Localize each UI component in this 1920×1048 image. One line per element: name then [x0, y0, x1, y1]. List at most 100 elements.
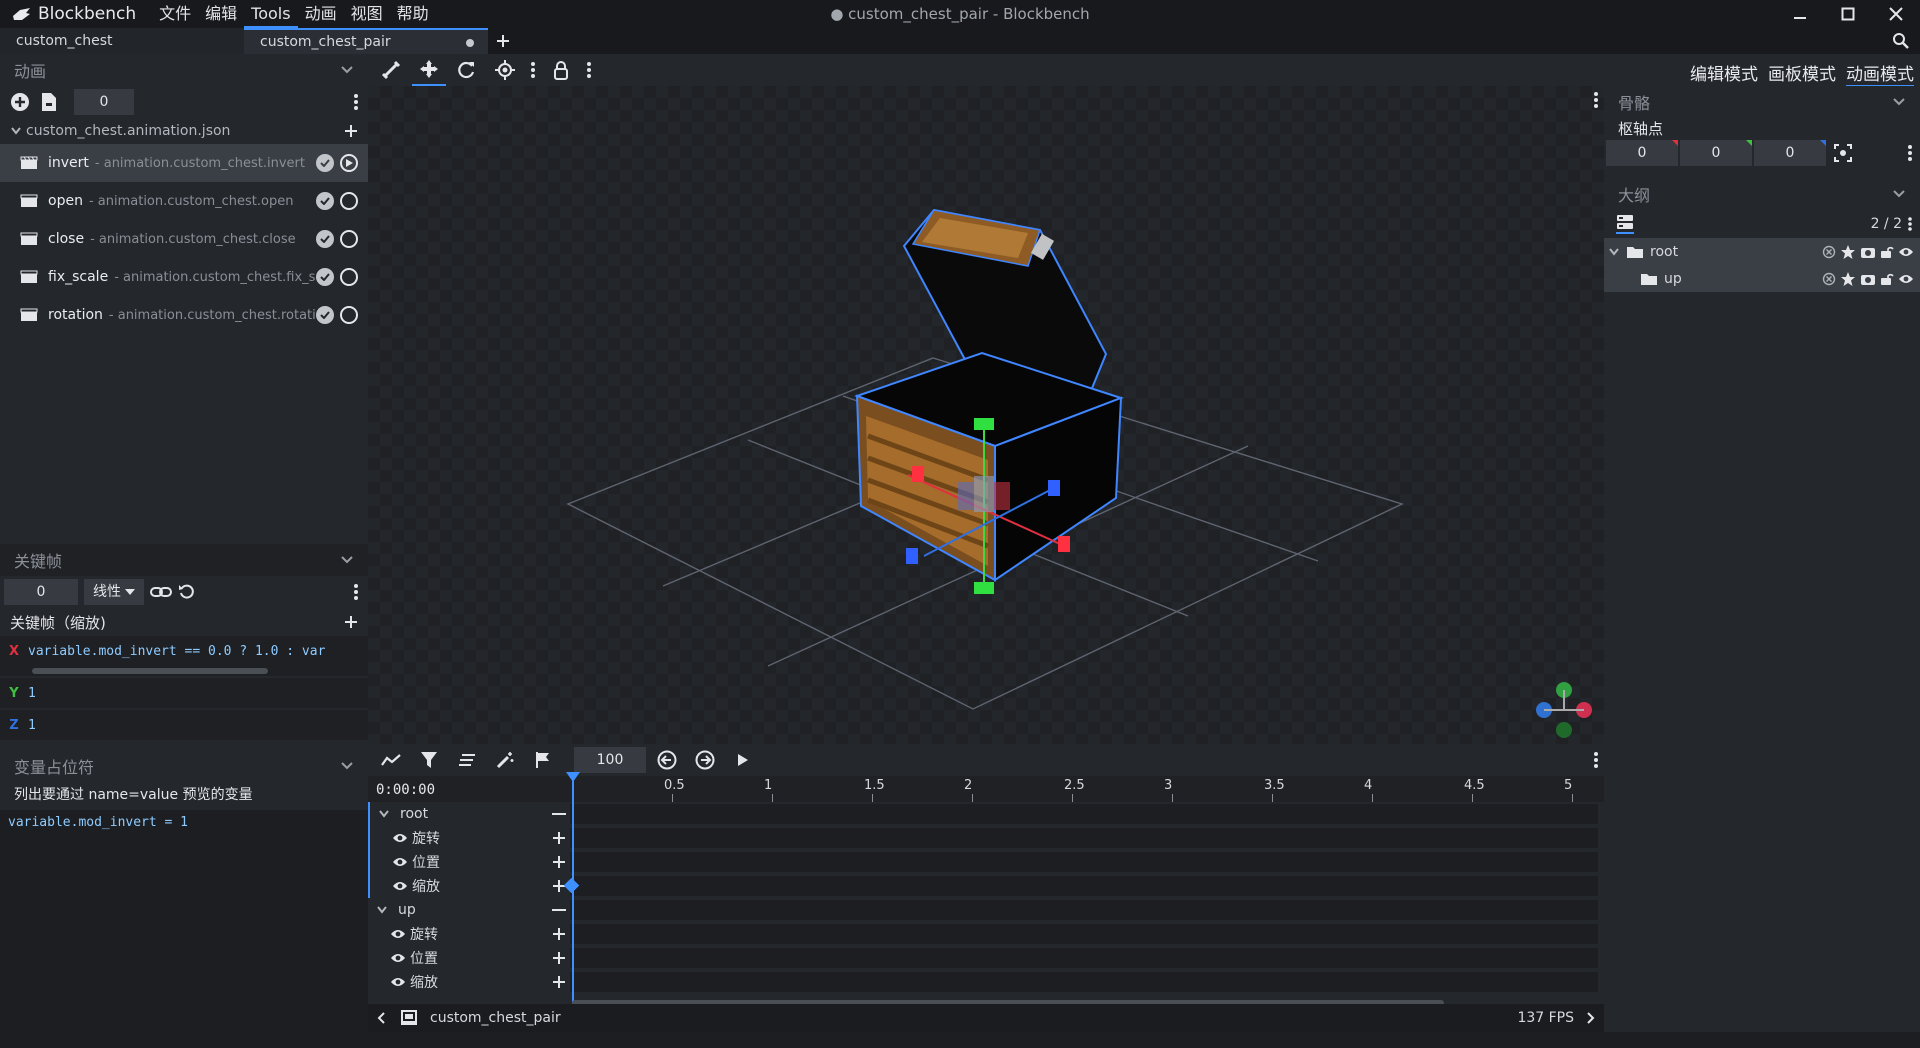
track[interactable] — [570, 804, 1598, 824]
camera-icon[interactable] — [1860, 245, 1876, 259]
timeline-group-up[interactable]: up — [368, 898, 1604, 922]
bone-tool-button[interactable] — [374, 54, 408, 86]
animation-time-input[interactable]: 0 — [74, 89, 134, 115]
playhead[interactable] — [572, 772, 574, 1008]
chevron-right-icon[interactable] — [1586, 1011, 1596, 1025]
keyframe-panel-header[interactable]: 关键帧 — [0, 544, 368, 576]
animation-file-row[interactable]: custom_chest.animation.json — [0, 118, 368, 144]
more-vertical-icon[interactable] — [582, 54, 596, 86]
camera-icon[interactable] — [1860, 272, 1876, 286]
track[interactable] — [570, 828, 1598, 848]
unlock-icon[interactable] — [1880, 272, 1894, 286]
more-vertical-icon[interactable] — [1908, 217, 1912, 231]
eye-icon[interactable] — [390, 952, 406, 964]
close-window-button[interactable] — [1872, 0, 1920, 28]
pivot-tool-button[interactable] — [488, 54, 522, 86]
reset-icon[interactable] — [178, 583, 196, 601]
outliner-toggle-button[interactable] — [1616, 214, 1634, 234]
variables-panel-header[interactable]: 变量占位符 — [0, 750, 368, 782]
collapse-minus-icon[interactable] — [552, 812, 566, 816]
move-tool-button[interactable] — [412, 54, 446, 86]
timeline-channel-scale[interactable]: 缩放 — [368, 970, 1604, 994]
add-keyframe-icon[interactable] — [552, 927, 566, 941]
play-button[interactable] — [726, 744, 760, 776]
more-vertical-icon[interactable] — [354, 584, 358, 600]
pivot-z-input[interactable]: 0 — [1754, 140, 1826, 166]
save-toggle-icon[interactable] — [316, 192, 334, 210]
menu-file[interactable]: 文件 — [152, 0, 198, 28]
track[interactable] — [570, 948, 1598, 968]
add-keyframe-icon[interactable] — [552, 951, 566, 965]
sort-button[interactable] — [450, 744, 484, 776]
keyframe-z-input[interactable]: 1 — [28, 718, 36, 733]
eye-icon[interactable] — [392, 856, 408, 868]
menu-help[interactable]: 帮助 — [390, 0, 436, 28]
animation-item-rotation[interactable]: rotation - animation.custom_chest.rotati… — [0, 296, 368, 334]
pivot-x-input[interactable]: 0 — [1606, 140, 1678, 166]
mode-paint[interactable]: 画板模式 — [1768, 60, 1836, 87]
plus-icon[interactable] — [344, 124, 358, 138]
tab-custom-chest[interactable]: custom_chest — [0, 28, 244, 54]
animations-panel-header[interactable]: 动画 — [0, 54, 368, 86]
keyframe-time-input[interactable]: 0 — [4, 579, 78, 605]
mode-animate[interactable]: 动画模式 — [1846, 60, 1914, 87]
star-icon[interactable] — [1840, 271, 1856, 287]
track[interactable] — [563, 876, 1598, 896]
export-toggle-icon[interactable] — [1822, 272, 1836, 286]
save-toggle-icon[interactable] — [316, 154, 334, 172]
chevron-left-icon[interactable] — [376, 1011, 386, 1025]
load-animation-button[interactable] — [40, 92, 58, 112]
tab-custom-chest-pair[interactable]: custom_chest_pair — [244, 28, 488, 54]
play-toggle-icon[interactable] — [340, 192, 358, 210]
eye-icon[interactable] — [392, 880, 408, 892]
outliner-panel-header[interactable]: 大纲 — [1604, 178, 1920, 210]
play-toggle-icon[interactable] — [340, 306, 358, 324]
track[interactable] — [570, 852, 1598, 872]
animation-item-fix-scale[interactable]: fix_scale - animation.custom_chest.fix_s… — [0, 258, 368, 296]
timeline-group-root[interactable]: root — [368, 802, 1604, 826]
menu-tools[interactable]: Tools — [244, 0, 298, 28]
filter-button[interactable] — [412, 744, 446, 776]
collapse-minus-icon[interactable] — [552, 908, 566, 912]
mode-edit[interactable]: 编辑模式 — [1690, 60, 1758, 87]
3d-viewport[interactable] — [368, 86, 1604, 744]
timeline-channel-scale[interactable]: 缩放 — [368, 874, 1604, 898]
menu-view[interactable]: 视图 — [344, 0, 390, 28]
save-toggle-icon[interactable] — [316, 306, 334, 324]
center-pivot-button[interactable] — [1828, 144, 1858, 162]
keyframe-x-input[interactable]: variable.mod_invert == 0.0 ? 1.0 : var — [28, 644, 362, 659]
variables-editor[interactable]: variable.mod_invert = 1 — [0, 810, 368, 1048]
graph-editor-button[interactable] — [374, 744, 408, 776]
new-tab-button[interactable] — [488, 28, 518, 54]
add-keyframe-icon[interactable] — [552, 831, 566, 845]
track[interactable] — [570, 900, 1598, 920]
keyframe-y-input[interactable]: 1 — [28, 686, 36, 701]
add-keyframe-icon[interactable] — [552, 975, 566, 989]
track[interactable] — [570, 972, 1598, 992]
more-vertical-icon[interactable] — [526, 54, 540, 86]
horizontal-scrollbar[interactable] — [32, 668, 268, 674]
next-frame-button[interactable] — [688, 744, 722, 776]
rotate-tool-button[interactable] — [450, 54, 484, 86]
playback-speed-input[interactable]: 100 — [574, 747, 646, 773]
eye-icon[interactable] — [392, 832, 408, 844]
menu-edit[interactable]: 编辑 — [198, 0, 244, 28]
timeline-channel-position[interactable]: 位置 — [368, 850, 1604, 874]
outliner-group-root[interactable]: root — [1604, 238, 1920, 265]
timeline-channel-rotation[interactable]: 旋转 — [368, 922, 1604, 946]
timeline-channel-position[interactable]: 位置 — [368, 946, 1604, 970]
search-button[interactable] — [1892, 32, 1910, 50]
animation-item-close[interactable]: close - animation.custom_chest.close — [0, 220, 368, 258]
link-icon[interactable] — [150, 585, 172, 599]
maximize-button[interactable] — [1824, 0, 1872, 28]
menu-animation[interactable]: 动画 — [298, 0, 344, 28]
add-marker-button[interactable] — [526, 744, 560, 776]
export-toggle-icon[interactable] — [1822, 245, 1836, 259]
previous-frame-button[interactable] — [650, 744, 684, 776]
unlock-icon[interactable] — [1880, 245, 1894, 259]
outliner-group-up[interactable]: up — [1604, 265, 1920, 292]
eye-icon[interactable] — [390, 928, 406, 940]
playhead-handle-icon[interactable] — [566, 772, 580, 782]
eye-icon[interactable] — [1898, 273, 1914, 285]
add-animation-button[interactable] — [10, 92, 30, 112]
